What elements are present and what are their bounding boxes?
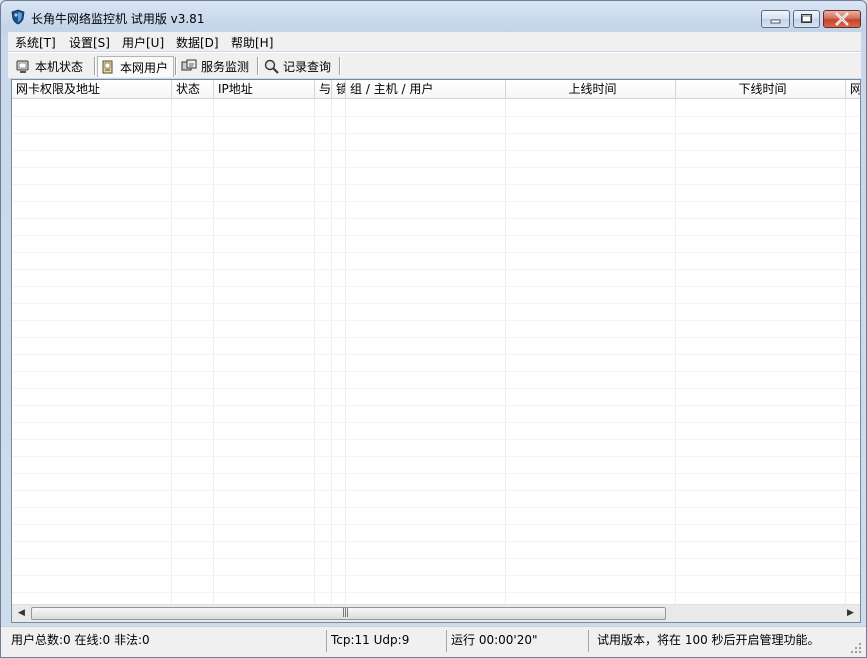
row-gridline [12,507,860,508]
column-gridline [331,99,332,605]
row-gridline [12,218,860,219]
col-header-ip[interactable]: IP地址 [214,80,315,98]
col-header-with[interactable]: 与 [315,80,332,98]
close-button[interactable] [823,10,861,28]
scroll-right-arrow-icon[interactable]: ▶ [843,606,858,621]
row-gridline [12,167,860,168]
row-gridline [12,456,860,457]
row-gridline [12,575,860,576]
row-gridline [12,558,860,559]
computer-status-icon [16,60,29,73]
tab-divider [94,57,96,75]
row-gridline [12,133,860,134]
tab-divider [175,57,177,75]
col-header-offline-time[interactable]: 下线时间 [676,80,846,98]
row-gridline [12,354,860,355]
row-gridline [12,286,860,287]
tab-network-users[interactable]: 本网用户 [97,56,174,77]
menu-system[interactable]: 系统[T] [15,34,56,51]
column-gridline [171,99,172,605]
column-gridline [213,99,214,605]
row-gridline [12,116,860,117]
user-list-table[interactable]: 网卡权限及地址 状态 IP地址 与 锁 组 / 主机 / 用户 上线时间 下线时… [11,79,861,623]
row-gridline [12,303,860,304]
column-gridline [345,99,346,605]
row-gridline [12,337,860,338]
horizontal-scroll-thumb[interactable]: ||| [31,607,666,620]
status-connections: Tcp:11 Udp:9 [329,630,447,652]
row-gridline [12,592,860,593]
tab-divider [339,57,341,75]
status-bar: 用户总数:0 在线:0 非法:0 Tcp:11 Udp:9 运行 00:00'2… [1,626,866,657]
status-runtime: 运行 00:00'20" [449,630,589,652]
row-gridline [12,201,860,202]
col-header-nic-address[interactable]: 网卡权限及地址 [12,80,172,98]
tab-local-status[interactable]: 本机状态 [13,56,93,77]
row-gridline [12,388,860,389]
menu-settings[interactable]: 设置[S] [69,34,110,51]
minimize-button[interactable] [761,10,790,28]
row-gridline [12,422,860,423]
row-gridline [12,439,860,440]
row-gridline [12,541,860,542]
table-header: 网卡权限及地址 状态 IP地址 与 锁 组 / 主机 / 用户 上线时间 下线时… [12,80,860,99]
row-gridline [12,405,860,406]
title-bar[interactable]: 长角牛网络监控机 试用版 v3.81 [1,1,866,31]
service-monitor-icon [181,59,197,71]
window-title: 长角牛网络监控机 试用版 v3.81 [31,12,205,26]
row-gridline [12,269,860,270]
row-gridline [12,524,860,525]
record-query-icon [264,59,279,74]
col-header-group-host-user[interactable]: 组 / 主机 / 用户 [346,80,506,98]
column-gridline [845,99,846,605]
maximize-button[interactable] [793,10,820,28]
menu-data[interactable]: 数据[D] [176,34,219,51]
network-users-icon [102,60,113,74]
menu-users[interactable]: 用户[U] [122,34,164,51]
tab-toolbar: 本机状态 本网用户 服务监测 记录查询 [8,52,861,78]
tab-divider [257,57,259,75]
col-header-network[interactable]: 网 [846,80,860,98]
shield-app-icon [11,9,25,25]
menu-help[interactable]: 帮助[H] [231,34,273,51]
tab-record-query[interactable]: 记录查询 [261,56,337,77]
tab-service-monitor[interactable]: 服务监测 [179,56,255,77]
application-window: 长角牛网络监控机 试用版 v3.81 系统[T] 设置[S] 用户[U] 数据[… [0,0,867,658]
scroll-left-arrow-icon[interactable]: ◀ [14,606,29,621]
status-user-count: 用户总数:0 在线:0 非法:0 [9,630,327,652]
row-gridline [12,371,860,372]
resize-grip-icon[interactable] [850,642,862,654]
column-gridline [505,99,506,605]
row-gridline [12,184,860,185]
row-gridline [12,320,860,321]
col-header-online-time[interactable]: 上线时间 [506,80,676,98]
close-icon [835,12,849,26]
minimize-icon [770,19,781,24]
col-header-status[interactable]: 状态 [172,80,214,98]
column-gridline [314,99,315,605]
menu-bar: 系统[T] 设置[S] 用户[U] 数据[D] 帮助[H] [8,32,861,51]
table-body[interactable] [12,99,860,605]
row-gridline [12,150,860,151]
status-trial-notice: 试用版本，将在 100 秒后开启管理功能。 [597,633,820,647]
col-header-lock[interactable]: 锁 [332,80,346,98]
column-gridline [675,99,676,605]
row-gridline [12,473,860,474]
row-gridline [12,252,860,253]
maximize-icon [801,14,812,23]
row-gridline [12,235,860,236]
row-gridline [12,490,860,491]
horizontal-scrollbar[interactable]: ◀ ||| ▶ [12,604,860,622]
scroll-grip-icon: ||| [342,608,349,618]
